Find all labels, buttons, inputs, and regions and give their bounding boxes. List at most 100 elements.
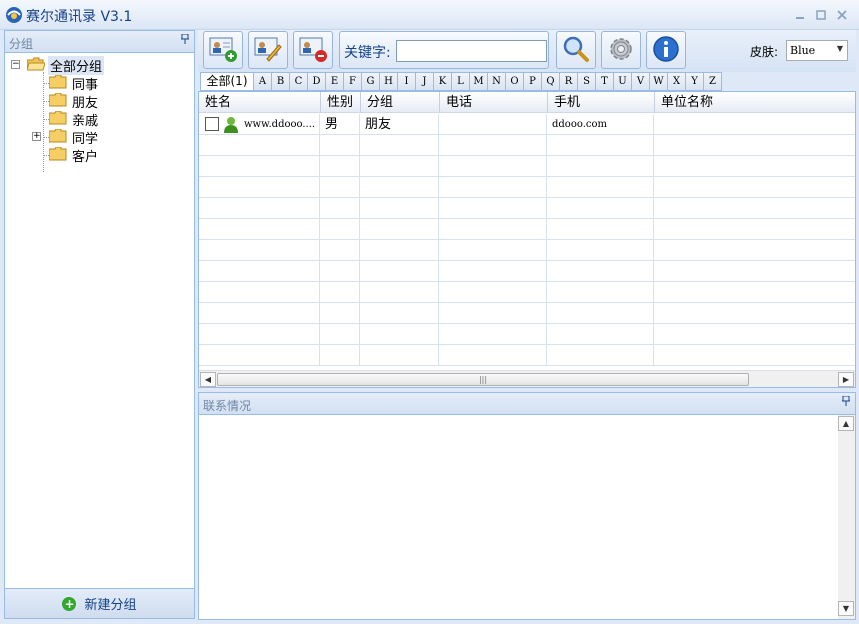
new-group-label: 新建分组: [84, 598, 137, 613]
grid-line: [319, 219, 320, 240]
detail-panel-title: 联系情况: [203, 399, 252, 413]
grid-line: [546, 324, 547, 345]
skin-select[interactable]: Blue ▼: [786, 40, 848, 61]
pin-icon[interactable]: [842, 395, 850, 409]
delete-contact-icon: [298, 35, 328, 66]
tree-item-relatives[interactable]: 亲戚: [5, 109, 194, 129]
grid-line: [546, 177, 547, 198]
group-panel: 分组 − 全部分组 同事 朋友 亲戚 + 同学 客户 + 新建分组: [4, 30, 195, 619]
scroll-thumb[interactable]: |||: [217, 373, 749, 386]
letter-tab[interactable]: S: [578, 72, 596, 91]
column-header-phone[interactable]: 电话: [439, 92, 547, 113]
grid-line: [438, 345, 439, 366]
folder-icon: [48, 74, 67, 89]
tree-item-friends[interactable]: 朋友: [5, 91, 194, 111]
group-panel-header: 分组: [5, 31, 194, 53]
grid-line: [359, 219, 360, 240]
letter-tab[interactable]: D: [308, 72, 326, 91]
letter-tab[interactable]: T: [596, 72, 614, 91]
row-checkbox[interactable]: [205, 117, 219, 131]
letter-tab[interactable]: X: [668, 72, 686, 91]
grid-body: www.ddooo.... 男 朋友 ddooo.com: [199, 114, 855, 369]
folder-icon: [48, 128, 67, 143]
letter-tab[interactable]: Y: [686, 72, 704, 91]
letter-tab[interactable]: P: [524, 72, 542, 91]
horizontal-scrollbar[interactable]: ◀ ||| ▶: [199, 370, 855, 387]
letter-tab[interactable]: V: [632, 72, 650, 91]
letter-tab[interactable]: B: [272, 72, 290, 91]
scroll-down-icon[interactable]: ▼: [838, 601, 854, 616]
keyword-input[interactable]: [396, 40, 547, 62]
minimize-icon[interactable]: [794, 10, 806, 20]
settings-button[interactable]: [601, 31, 641, 69]
group-tree: − 全部分组 同事 朋友 亲戚 + 同学 客户: [5, 53, 194, 172]
letter-tab[interactable]: N: [488, 72, 506, 91]
empty-table-row: [199, 177, 855, 198]
grid-line: [438, 303, 439, 324]
cell-phone: [439, 114, 547, 135]
letter-tab-all[interactable]: 全部(1): [200, 72, 254, 91]
scroll-up-icon[interactable]: ▲: [838, 416, 854, 431]
letter-tab[interactable]: G: [362, 72, 380, 91]
grid-line: [653, 219, 654, 240]
tree-item-all-groups[interactable]: − 全部分组: [5, 55, 194, 75]
letter-tab[interactable]: Z: [704, 72, 722, 91]
tree-item-clients[interactable]: 客户: [5, 145, 194, 165]
letter-tab[interactable]: M: [470, 72, 488, 91]
letter-tab[interactable]: C: [290, 72, 308, 91]
letter-tab[interactable]: H: [380, 72, 398, 91]
grid-line: [359, 135, 360, 156]
search-button[interactable]: [556, 31, 596, 69]
add-contact-button[interactable]: [203, 31, 243, 69]
folder-icon: [48, 92, 67, 107]
scroll-left-icon[interactable]: ◀: [200, 372, 216, 387]
delete-contact-button[interactable]: [293, 31, 333, 69]
column-header-company[interactable]: 单位名称: [654, 92, 855, 113]
vertical-scrollbar[interactable]: ▲ ▼: [838, 415, 855, 619]
table-row[interactable]: www.ddooo.... 男 朋友 ddooo.com: [199, 114, 855, 135]
letter-tab[interactable]: I: [398, 72, 416, 91]
letter-tab[interactable]: W: [650, 72, 668, 91]
letter-tab[interactable]: L: [452, 72, 470, 91]
letter-tab[interactable]: K: [434, 72, 452, 91]
letter-tab[interactable]: F: [344, 72, 362, 91]
pin-icon[interactable]: [181, 33, 189, 47]
contact-grid: 姓名 性别 分组 电话 手机 单位名称 www.ddooo.... 男 朋友 d…: [198, 91, 856, 388]
grid-line: [653, 282, 654, 303]
search-icon: [561, 34, 591, 67]
letter-tab[interactable]: U: [614, 72, 632, 91]
tree-item-colleagues[interactable]: 同事: [5, 73, 194, 93]
column-header-name[interactable]: 姓名: [199, 92, 320, 113]
letter-tab[interactable]: Q: [542, 72, 560, 91]
column-header-group[interactable]: 分组: [360, 92, 439, 113]
grid-line: [359, 303, 360, 324]
edit-contact-button[interactable]: [248, 31, 288, 69]
letter-filter-bar: 全部(1) A B C D E F G H I J K L M N O P Q R S T U V W X Y Z: [200, 72, 722, 91]
grid-line: [653, 156, 654, 177]
letter-tab[interactable]: O: [506, 72, 524, 91]
column-header-mobile[interactable]: 手机: [547, 92, 654, 113]
grid-line: [438, 240, 439, 261]
grid-line: [319, 177, 320, 198]
grid-line: [319, 156, 320, 177]
tree-item-classmates[interactable]: + 同学: [5, 127, 194, 147]
expand-icon[interactable]: +: [32, 132, 41, 141]
title-bar: 赛尔通讯录 V3.1: [0, 0, 859, 30]
grid-line: [546, 345, 547, 366]
close-icon[interactable]: [836, 10, 848, 20]
cell-company: [654, 114, 855, 135]
scroll-right-icon[interactable]: ▶: [838, 372, 854, 387]
letter-tab[interactable]: E: [326, 72, 344, 91]
restore-icon[interactable]: [815, 10, 827, 20]
letter-tab[interactable]: A: [254, 72, 272, 91]
column-header-gender[interactable]: 性别: [320, 92, 360, 113]
grid-line: [653, 240, 654, 261]
letter-tab[interactable]: R: [560, 72, 578, 91]
letter-tab[interactable]: J: [416, 72, 434, 91]
grid-line: [438, 261, 439, 282]
collapse-icon[interactable]: −: [11, 60, 20, 69]
info-button[interactable]: [646, 31, 686, 69]
new-group-button[interactable]: + 新建分组: [5, 588, 194, 618]
grid-header: 姓名 性别 分组 电话 手机 单位名称: [199, 92, 855, 113]
empty-table-row: [199, 240, 855, 261]
